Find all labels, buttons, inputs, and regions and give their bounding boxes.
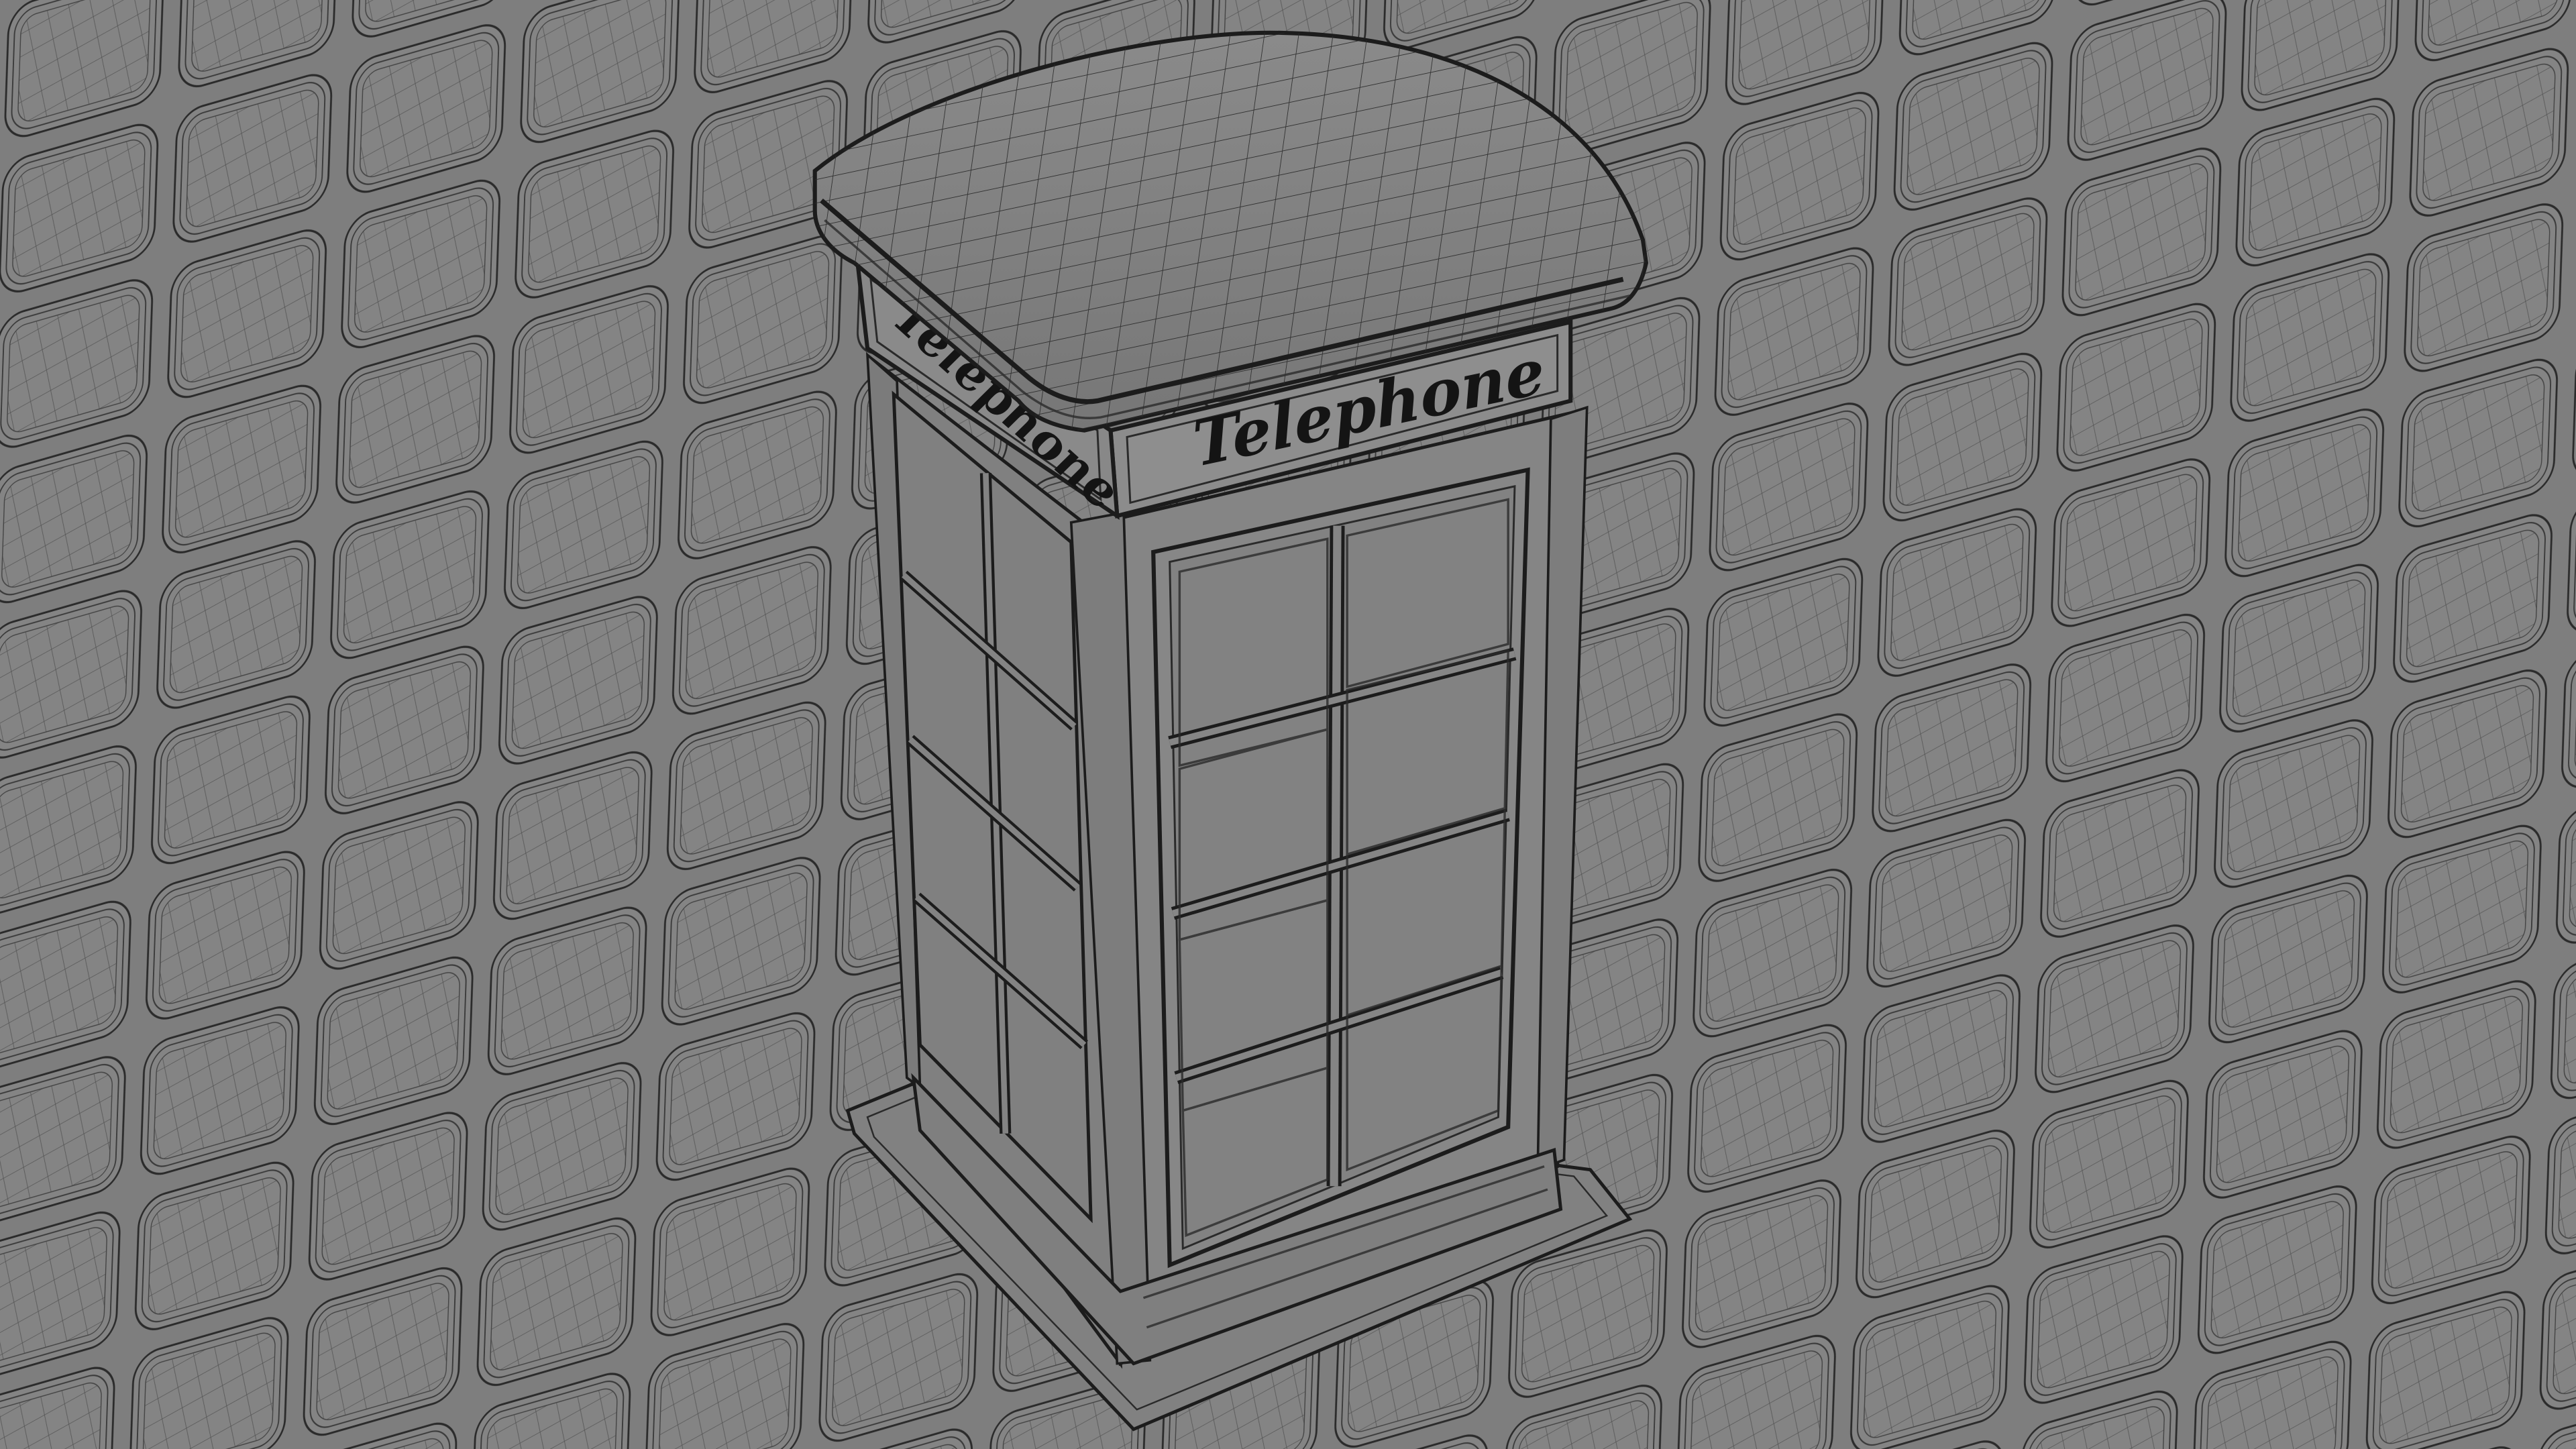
viewport-3d[interactable]: Telephone Telephone [0, 0, 2576, 1449]
scene-render: Telephone Telephone [0, 0, 2576, 1449]
